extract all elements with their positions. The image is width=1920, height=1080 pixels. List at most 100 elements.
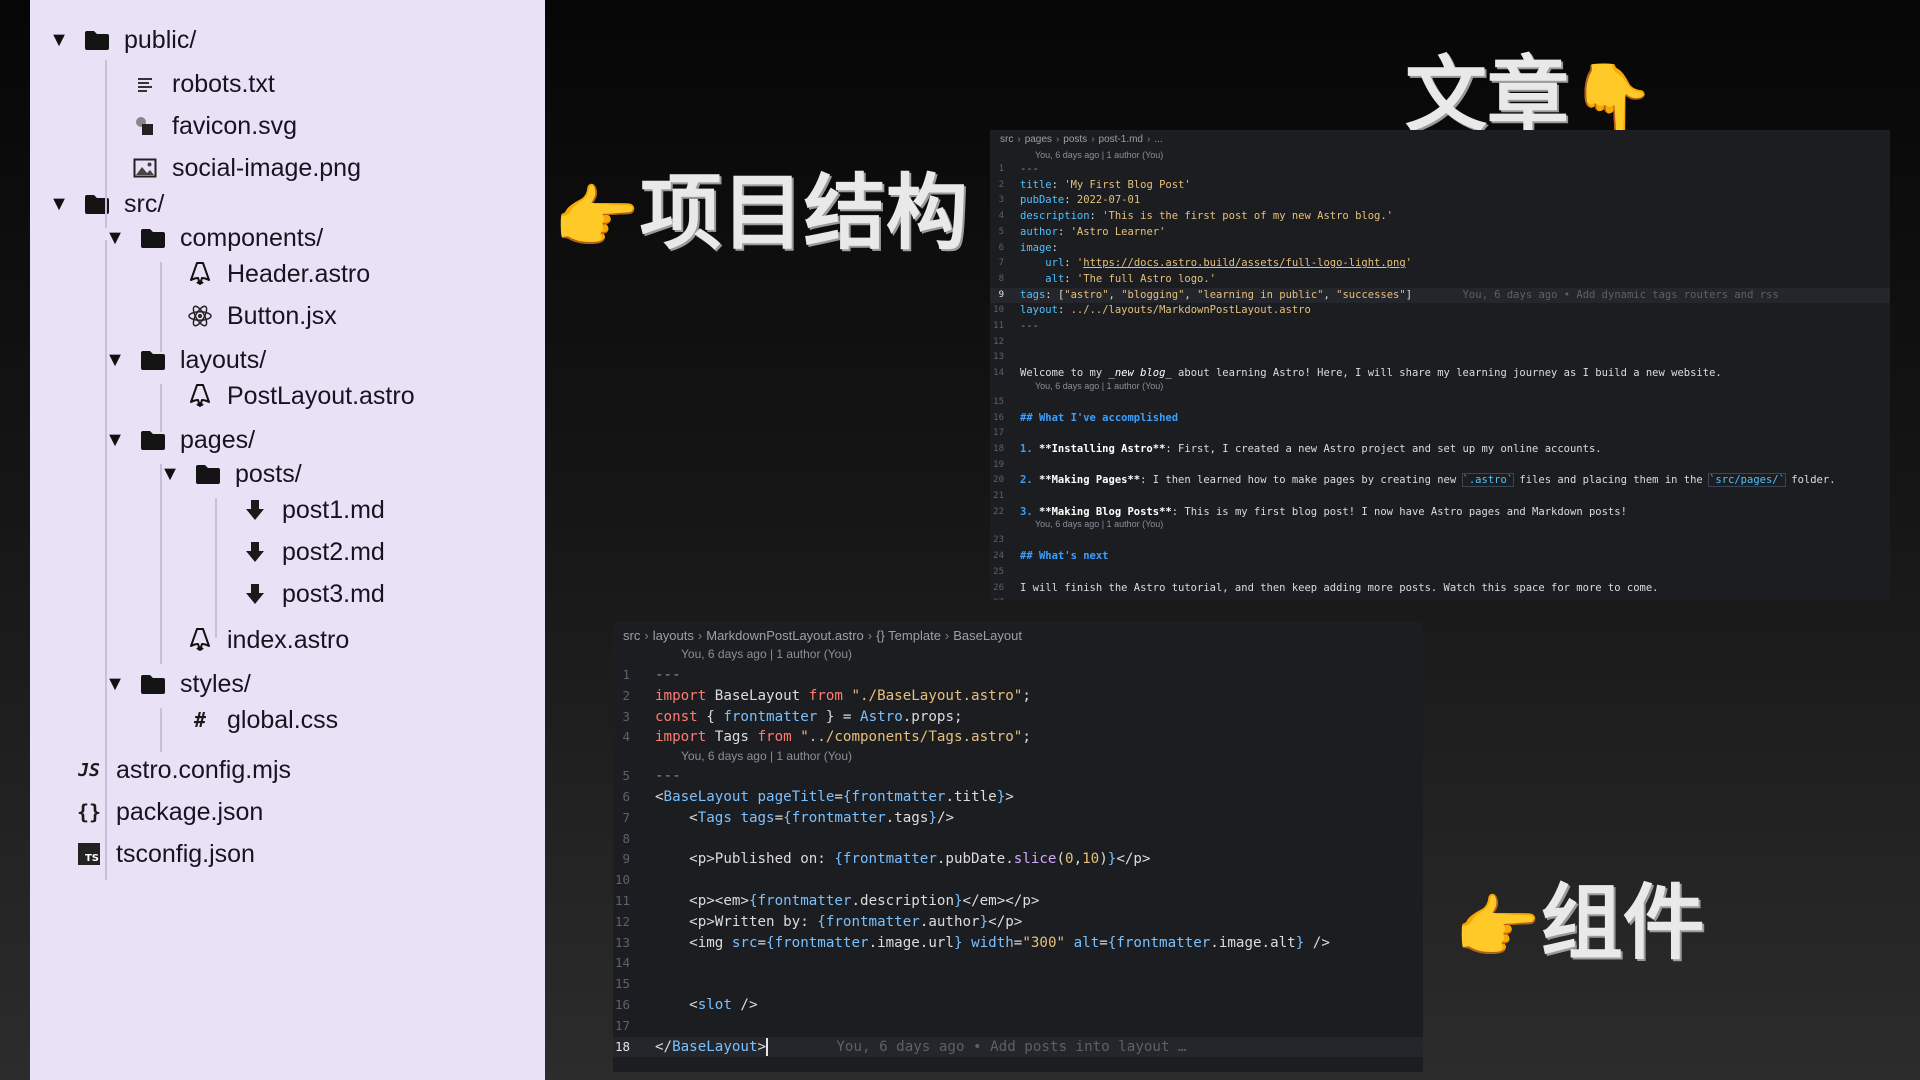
tree-file[interactable]: Header.astro: [185, 252, 370, 296]
code-token: <: [655, 789, 664, 805]
code-line[interactable]: 7 url: 'https://docs.astro.build/assets/…: [990, 256, 1890, 272]
markdown-editor-panel[interactable]: src › pages › posts › post-1.md ›... You, 6 day…: [990, 130, 1890, 600]
tree-item-label: index.astro: [227, 625, 350, 654]
code-line[interactable]: 3 const { frontmatter } = Astro.props;: [613, 707, 1423, 728]
code-token: >: [757, 1038, 767, 1055]
tree-file[interactable]: # global.css: [185, 698, 338, 742]
code-line[interactable]: 12: [990, 335, 1890, 351]
code-line[interactable]: 7 <Tags tags={frontmatter.tags}/>: [613, 808, 1423, 829]
code-line[interactable]: 11 ---: [990, 319, 1890, 335]
code-token: import: [655, 687, 707, 704]
code-line[interactable]: 17: [990, 426, 1890, 442]
code-line[interactable]: 2 title: 'My First Blog Post': [990, 178, 1890, 194]
codelens-blame[interactable]: You, 6 days ago | 1 author (You): [1035, 381, 1163, 391]
ts-icon: TS: [74, 839, 104, 869]
code-line[interactable]: 4 description: 'This is the first post of…: [990, 209, 1890, 225]
code-line[interactable]: 11 <p><em>{frontmatter.description}</em>…: [613, 891, 1423, 912]
breadcrumb-item[interactable]: {} Template: [876, 628, 941, 643]
tree-file[interactable]: {} package.json: [74, 790, 263, 834]
codelens-blame[interactable]: You, 6 days ago | 1 author (You): [681, 647, 852, 661]
breadcrumb-item[interactable]: layouts: [653, 628, 694, 643]
code-line[interactable]: 18 </BaseLayout> You, 6 days ago • Add po…: [613, 1036, 1423, 1058]
code-line[interactable]: 18 1. **Installing Astro**: First, I crea…: [990, 442, 1890, 458]
code-line[interactable]: 22 3. **Making Blog Posts**: This is my f…: [990, 505, 1890, 521]
markdown-icon: [240, 537, 270, 567]
chevron-right-icon: ›: [1055, 134, 1060, 145]
code-line[interactable]: 26 I will finish the Astro tutorial, and …: [990, 581, 1890, 597]
tree-file[interactable]: robots.txt: [130, 62, 275, 106]
chevron-down-icon[interactable]: ▼: [159, 463, 181, 486]
tree-file[interactable]: Button.jsx: [185, 294, 337, 338]
breadcrumb-item[interactable]: src: [623, 628, 640, 643]
code-line[interactable]: 15: [990, 395, 1890, 411]
line-number: 2: [998, 179, 1004, 190]
code-line[interactable]: 10 layout: ../../layouts/MarkdownPostLayo…: [990, 303, 1890, 319]
code-line[interactable]: 15: [613, 974, 1423, 995]
code-line[interactable]: 20 2. **Making Pages**: I then learned ho…: [990, 473, 1890, 489]
code-line[interactable]: 14 Welcome to my _new blog_ about learnin…: [990, 366, 1890, 382]
tree-item-label: astro.config.mjs: [116, 755, 292, 784]
layout-editor-panel[interactable]: src › layouts › MarkdownPostLayout.astro ›{} …: [613, 622, 1423, 1072]
code-line[interactable]: 1 ---: [613, 665, 1423, 686]
tree-file[interactable]: index.astro: [185, 618, 349, 662]
code-line[interactable]: 6 image:: [990, 241, 1890, 257]
code-line[interactable]: 16 <slot />: [613, 995, 1423, 1016]
code-line[interactable]: 2 import BaseLayout from "./BaseLayout.as…: [613, 686, 1423, 707]
tree-file[interactable]: favicon.svg: [130, 104, 297, 148]
code-token: .image.url: [868, 934, 954, 951]
code-line[interactable]: 19: [990, 458, 1890, 474]
codelens-blame[interactable]: You, 6 days ago | 1 author (You): [1035, 519, 1163, 529]
code-line[interactable]: 8 alt: 'The full Astro logo.': [990, 272, 1890, 288]
code-line[interactable]: 17: [613, 1016, 1423, 1037]
tree-file[interactable]: TS tsconfig.json: [74, 832, 255, 876]
line-number: 6: [622, 789, 630, 804]
breadcrumb-item[interactable]: posts: [1063, 134, 1087, 145]
code-line[interactable]: 23: [990, 533, 1890, 549]
chevron-down-icon[interactable]: ▼: [48, 29, 70, 52]
code-line[interactable]: 16 ## What I've accomplished: [990, 411, 1890, 427]
chevron-down-icon[interactable]: ▼: [104, 673, 126, 696]
line-number: 12: [614, 913, 630, 929]
chevron-down-icon[interactable]: ▼: [48, 193, 70, 216]
tree-file[interactable]: post3.md: [240, 572, 385, 616]
breadcrumb-item[interactable]: ...: [1154, 134, 1162, 145]
breadcrumb-item[interactable]: BaseLayout: [953, 628, 1022, 643]
code-line[interactable]: 3 pubDate: 2022-07-01: [990, 193, 1890, 209]
codelens-blame[interactable]: You, 6 days ago | 1 author (You): [1035, 150, 1163, 160]
code-line[interactable]: 27: [990, 596, 1890, 600]
code-line[interactable]: 10: [613, 870, 1423, 891]
chevron-down-icon[interactable]: ▼: [104, 429, 126, 452]
codelens-blame[interactable]: You, 6 days ago | 1 author (You): [681, 749, 852, 763]
code-token: from: [757, 729, 792, 746]
breadcrumb-item[interactable]: pages: [1025, 134, 1052, 145]
tree-file[interactable]: post1.md: [240, 488, 385, 532]
tree-file[interactable]: PostLayout.astro: [185, 374, 415, 418]
code-line[interactable]: 13 <img src={frontmatter.image.url} widt…: [613, 933, 1423, 954]
breadcrumb-item[interactable]: src: [1000, 134, 1013, 145]
line-number: 2: [622, 687, 630, 703]
code-line[interactable]: 4 import Tags from "../components/Tags.as…: [613, 727, 1423, 748]
breadcrumb-item[interactable]: post-1.md: [1099, 134, 1143, 145]
code-line[interactable]: 14: [613, 953, 1423, 974]
code-line[interactable]: 9 tags: ["astro", "blogging", "learning i…: [990, 287, 1890, 304]
chevron-down-icon[interactable]: ▼: [104, 349, 126, 372]
code-line[interactable]: 5 ---: [613, 766, 1423, 787]
breadcrumb-item[interactable]: MarkdownPostLayout.astro: [706, 628, 864, 643]
code-line[interactable]: 5 author: 'Astro Learner': [990, 225, 1890, 241]
code-token: {: [783, 809, 792, 826]
line-number: 1: [998, 164, 1004, 174]
code-line[interactable]: 25: [990, 565, 1890, 581]
code-line[interactable]: 8: [613, 829, 1423, 850]
tree-folder[interactable]: ▼ public/: [48, 18, 196, 62]
code-line[interactable]: 24 ## What's next: [990, 549, 1890, 565]
pointing-right-hand-icon: 👉: [1454, 887, 1541, 969]
code-line[interactable]: 13: [990, 350, 1890, 366]
code-line[interactable]: 6 <BaseLayout pageTitle={frontmatter.titl…: [613, 787, 1423, 808]
code-line[interactable]: 21: [990, 489, 1890, 505]
tree-file[interactable]: social-image.png: [130, 146, 361, 190]
code-line[interactable]: 12 <p>Written by: {frontmatter.author}</…: [613, 912, 1423, 933]
code-line[interactable]: 9 <p>Published on: {frontmatter.pubDate.…: [613, 849, 1423, 870]
code-line[interactable]: 1 ---: [990, 162, 1890, 178]
tree-file[interactable]: post2.md: [240, 530, 385, 574]
chevron-down-icon[interactable]: ▼: [104, 227, 126, 250]
